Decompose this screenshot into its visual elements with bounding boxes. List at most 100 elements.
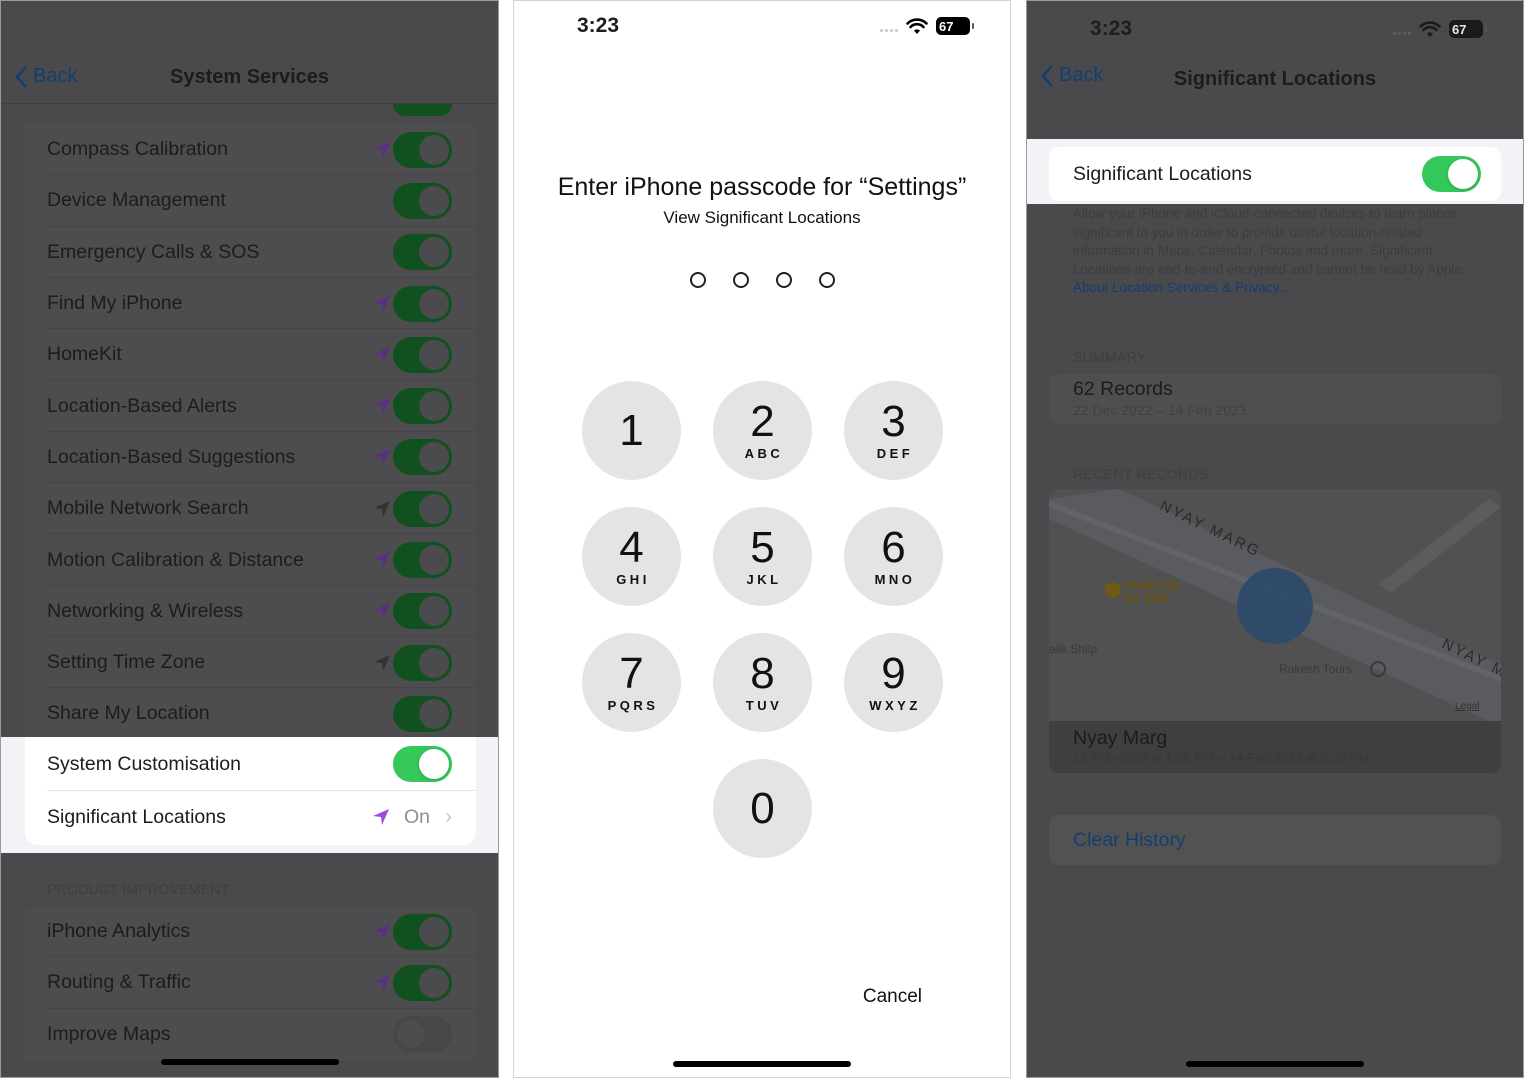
settings-row[interactable]: Location-Based Alerts [25,380,476,432]
chevron-left-icon [15,66,27,87]
highlighted-settings-card: System Customisation Significant Locatio… [25,737,476,845]
row-toggle[interactable] [393,388,452,425]
settings-row[interactable]: Find My iPhone [25,278,476,330]
keypad-key-5[interactable]: 5 JKL [713,507,812,606]
settings-row[interactable]: Share My Location [25,688,476,739]
keypad-key-0[interactable]: 0 [713,759,812,858]
settings-row[interactable]: Motion Calibration & Distance [25,534,476,586]
row-toggle[interactable] [393,234,452,271]
keypad-key-3[interactable]: 3 DEF [844,381,943,480]
record-time-range: 13-Feb-2023 at 1:58 PM – 14-Feb-2023 at … [1073,750,1370,765]
key-digit: 1 [619,405,644,455]
settings-row[interactable]: HomeKit [25,329,476,381]
row-label: Routing & Traffic [47,971,191,994]
map-poi-rakesh-tours: Rakesh Tours [1279,662,1352,676]
map-poi-shilp: alik Shilp [1049,642,1097,656]
summary-records-count: 62 Records [1073,378,1173,400]
summary-card[interactable]: 62 Records 22 Dec 2022 – 14 Feb 2023 [1049,374,1501,424]
keypad-key-6[interactable]: 6 MNO [844,507,943,606]
system-customisation-row[interactable]: System Customisation [25,737,476,791]
keypad-key-9[interactable]: 9 WXYZ [844,633,943,732]
key-letters: TUV [745,698,783,713]
row-toggle[interactable] [393,182,452,219]
keypad-key-4[interactable]: 4 GHI [582,507,681,606]
home-indicator [673,1061,851,1067]
passcode-prompt-title: Enter iPhone passcode for “Settings” [557,173,967,201]
location-arrow-icon [374,141,390,158]
row-toggle[interactable] [393,336,452,373]
row-toggle[interactable] [393,131,452,168]
settings-row[interactable]: Setting Time Zone [25,637,476,689]
key-digit: 7 [619,649,644,698]
significant-locations-toggle-row[interactable]: Significant Locations [1049,147,1501,201]
location-arrow-icon [374,654,390,671]
settings-row[interactable]: Mobile Network Search [25,483,476,535]
location-arrow-icon [373,809,389,825]
row-toggle[interactable] [393,439,452,476]
keypad-key-7[interactable]: 7 PQRS [582,633,681,732]
key-letters: MNO [874,572,916,587]
row-label: Emergency Calls & SOS [47,240,260,263]
status-time: 3:23 [1090,17,1133,40]
chevron-left-icon [1041,65,1053,86]
row-label: iPhone Analytics [47,920,191,943]
row-toggle[interactable] [393,695,452,732]
row-label: Compass Calibration [47,138,228,161]
settings-row[interactable]: Emergency Calls & SOS [25,227,476,278]
recent-record-map[interactable]: NYAY MARG NYAY M Heads Up for Tails alik… [1049,489,1501,721]
significant-locations-value: On [403,805,430,828]
back-button[interactable]: Back [15,65,77,88]
system-customisation-toggle[interactable] [393,746,452,782]
row-label: Networking & Wireless [47,599,244,622]
location-arrow-icon [374,923,390,940]
row-label: Significant Locations [1073,162,1252,185]
row-label: Significant Locations [47,805,226,828]
key-digit: 0 [750,783,775,833]
settings-row[interactable]: Device Management [25,175,476,227]
significant-locations-toggle[interactable] [1422,156,1481,192]
settings-row[interactable]: iPhone Analytics [25,906,476,958]
key-letters: DEF [876,446,914,461]
back-button[interactable]: Back [1041,64,1103,87]
system-services-screen: 3:23 67 Apple Pay Merchant Identificatio… [0,0,499,1078]
key-letters: GHI [616,572,650,587]
product-improvement-list: iPhone Analytics Routing & Traffic Improve… [25,906,476,1060]
row-label: Location-Based Suggestions [47,445,296,468]
record-title: Nyay Marg [1073,727,1168,749]
row-toggle[interactable] [393,490,452,527]
settings-row[interactable]: Location-Based Suggestions [25,432,476,484]
row-toggle[interactable] [393,542,452,579]
clear-history-button[interactable]: Clear History [1049,815,1501,865]
passcode-dot [689,272,706,288]
significant-locations-row[interactable]: Significant Locations On › [25,791,476,843]
passcode-dot [732,272,749,288]
cancel-button[interactable]: Cancel [863,986,922,1008]
location-arrow-icon [374,552,390,569]
keypad-key-1[interactable]: 1 [582,381,681,480]
settings-row[interactable]: Networking & Wireless [25,586,476,637]
back-label: Back [33,65,78,87]
row-toggle[interactable] [393,913,452,950]
keypad-key-2[interactable]: 2 ABC [713,381,812,480]
nav-bar: Back System Services [1,61,498,101]
chevron-right-icon: › [445,805,452,828]
about-location-privacy-link[interactable]: About Location Services & Privacy... [1073,280,1290,295]
row-toggle[interactable] [393,593,452,630]
system-services-list: Compass Calibration Device Management Emer… [25,124,476,740]
status-time: 3:23 [577,14,620,37]
settings-row[interactable]: Improve Maps [25,1009,476,1060]
keypad-key-8[interactable]: 8 TUV [713,633,812,732]
row-toggle[interactable] [393,1016,452,1053]
location-arrow-icon [374,603,390,620]
row-toggle[interactable] [393,644,452,681]
key-letters: PQRS [607,698,659,713]
location-radius-circle [1237,568,1313,644]
row-toggle[interactable] [393,285,452,322]
location-arrow-icon [374,346,390,363]
recent-record-row[interactable]: Nyay Marg 13-Feb-2023 at 1:58 PM – 14-Fe… [1049,721,1501,773]
settings-row[interactable]: Compass Calibration [25,124,476,176]
settings-row[interactable]: Routing & Traffic [25,957,476,1009]
row-toggle[interactable] [393,964,452,1001]
key-letters: ABC [744,446,784,461]
key-digit: 9 [881,649,906,698]
